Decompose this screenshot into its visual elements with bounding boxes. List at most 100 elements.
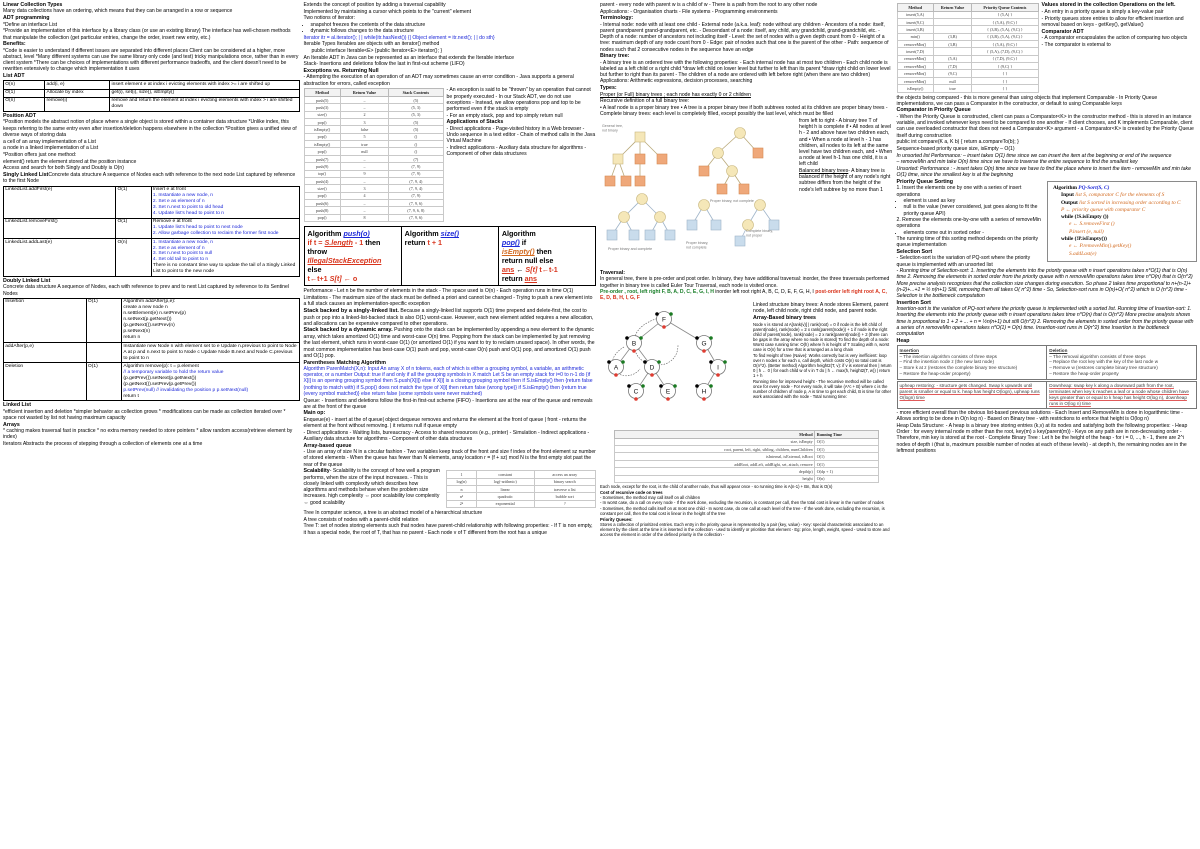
cell-method: insert(3,B) <box>896 25 934 34</box>
cell-name: log(-arithmic) <box>475 477 535 486</box>
fig-caption-proper-not-complete-2: Proper binary, <box>686 241 708 245</box>
table-row: pop() 8 (7, 9, 6) <box>303 213 444 223</box>
para-binary-tree: - A binary tree is an ordered tree with … <box>600 59 891 85</box>
para-terminology: - Internal node: node with at least one … <box>600 21 889 53</box>
col-header-method: Method <box>896 3 934 12</box>
cell-operation: LinkedList.addLast(e) <box>2 237 117 278</box>
cell-contents: (7) <box>388 154 444 164</box>
cell-contents: (7, 9, 6, 8) <box>388 206 444 215</box>
cell-method: isEmpty() <box>303 140 341 149</box>
cell-contents: (7, 9, 4) <box>388 176 444 186</box>
algo-line: P.insert (e, null) <box>1068 228 1104 235</box>
code-iterable-interface: public interface Iterable<E> {public Ite… <box>311 47 443 54</box>
cell-method: push(5) <box>303 95 341 105</box>
tree-node-A: A <box>614 365 619 372</box>
table-header-row: Method Return Value Stack Contents <box>303 88 444 97</box>
euler-tour-tree-figure: F B G A D I C E H <box>607 311 727 401</box>
pq-sorting-block: Algorithm Algorithm PQ-Sort(S, C)PQ-Sort… <box>897 179 1197 268</box>
cell-time: O(1) <box>814 437 879 447</box>
col-header-method: Method <box>613 430 816 439</box>
code-compare-method: public int compare(K a, K b) { return a.… <box>896 139 1019 146</box>
heap-line: – Restore the heap-order property <box>1049 371 1119 377</box>
para-limitations: Limitations - The maximum size of the st… <box>303 294 593 307</box>
cell-return: 8 <box>339 213 390 223</box>
table-row: insert(9,C) { (5,A), (9,C) } <box>896 17 1039 27</box>
text-input: list S, comparator C for the elements of… <box>1075 192 1165 199</box>
tree-node-C: C <box>634 389 639 396</box>
tree-node-D: D <box>650 365 655 372</box>
algo-title: Algorithm Algorithm push(o)push(o) <box>307 229 370 239</box>
cell-example: access an array <box>533 470 597 479</box>
cell-operation: Insertion <box>3 297 87 343</box>
cell-return: 9 <box>339 169 390 178</box>
cell-algorithm: Algorithm addAfter(p,e): create a new no… <box>121 297 300 343</box>
step: 4. Update list's head to point to n <box>152 211 225 217</box>
para-heap-efficiency: - more efficient overall than the obviou… <box>896 410 1183 423</box>
table-row: n linear traverse a list <box>446 484 597 494</box>
para-linked-list-pros: *efficient insertion and deletion *simpl… <box>3 408 286 421</box>
cell-method: push(3) <box>303 103 341 112</box>
heap-downheap-cell: Downheap: swap key k along a downward pa… <box>1049 383 1189 406</box>
para-tree-nodes: A tree consists of nodes with a parent-c… <box>303 516 419 523</box>
col-header-return: Return Value <box>339 88 390 97</box>
table-row: addAfter(p,e) Instantiate new Node n wit… <box>3 341 300 364</box>
cell-return <box>932 25 973 34</box>
table-complexity-wrapper: 1 constant access an array log(n) log(-arit… <box>446 469 597 509</box>
para-sequence-pq: Sequence-based priority queue size, isEm… <box>896 145 1015 152</box>
algo-line: else <box>307 265 322 275</box>
cell-return: (5,A) <box>932 54 973 64</box>
algo-input: Input list S, comparator C for the eleme… <box>1053 192 1191 199</box>
para-iterator-notions: Two notions of iterator: <box>303 15 356 22</box>
stack-table-block: Method Return Value Stack Contents push(… <box>303 87 597 224</box>
table-row: isEmpty() true() <box>303 140 444 149</box>
table-row: O(n) add(i, e) insert element e at index… <box>2 80 300 90</box>
cell-contents: { (9,C) } <box>971 62 1039 71</box>
cell-contents: (7, 9, 6) <box>388 213 444 223</box>
cell-operation: LinkedList.removeFirst() <box>2 217 117 239</box>
algorithm-boxes: Algorithm Algorithm push(o)push(o) if t … <box>303 226 596 287</box>
cell-method: isEmpty() <box>303 125 341 134</box>
cell-steps: Insert e at front 1. Instantiate a new n… <box>150 185 300 219</box>
cell-return: – <box>339 154 390 164</box>
col-header-contents: Stack Contents <box>388 88 444 97</box>
algo-title: Algorithm size() <box>404 229 459 239</box>
table-row: depth(p) O(dp + 1) <box>613 467 879 476</box>
cell-contents: { } <box>971 84 1039 93</box>
table-row: insert(3,B) { (3,B), (5,A), (9,C) } <box>896 25 1039 34</box>
fig-caption-complete-not-proper: Complete binary, <box>746 229 773 233</box>
scalability-block: 1 constant access an array log(n) log(-arit… <box>304 468 597 510</box>
table-row: removeMin() (7,D){ (9,C) } <box>896 62 1039 71</box>
euler-marker-red <box>662 325 666 329</box>
table-row: push(3) – (5, 3) <box>303 103 444 112</box>
table-row: push(9) – (7, 9) <box>303 162 444 171</box>
fig-caption-proper-not-complete: Proper binary, not complete <box>710 199 754 203</box>
cell-return: true <box>932 84 973 93</box>
label-postorder: post-order left right root <box>815 289 874 296</box>
table-row: size() 2 (5, 3) <box>303 110 444 120</box>
table-row: insert(5,A) { (5,A) } <box>896 10 1039 19</box>
heading-scalability: Scalability <box>303 468 330 475</box>
label-inorder: inorder left root right <box>715 289 761 296</box>
para-recursive-def: Recursive definition of a full binary tr… <box>600 98 690 105</box>
binary-tree-types-figure: General tree, not binary Proper binary, … <box>602 124 780 251</box>
fig-caption-complete-not-proper-2: not proper <box>746 233 763 237</box>
cell-contents: { (5,A) } <box>971 10 1039 19</box>
cell-method: pop() <box>303 118 341 127</box>
para-proper-full: Proper (or Full) binary trees ; each nod… <box>600 91 751 98</box>
cell-method: isInternal, isExternal, isRoot <box>613 452 816 461</box>
tree-node-G: G <box>701 341 706 348</box>
cell-method: add(i, e) <box>44 80 111 90</box>
tree-node-E: E <box>666 389 671 396</box>
col-header-method: Method <box>303 88 341 97</box>
cheatsheet-page: Linear Collection Types Many data collec… <box>0 0 1200 849</box>
cell-contents: { } <box>971 76 1039 86</box>
cell-method: removeMin() <box>896 54 934 64</box>
table-row: pop() null() <box>303 147 444 156</box>
seq-preorder: F, B, A, D, C, E, G, I, H <box>661 289 714 296</box>
cell-return: null <box>339 147 390 156</box>
col-header-running-time: Running Time <box>814 430 879 439</box>
table-heap-upheap-downheap: upheap restoring: - structure gets chang… <box>896 380 1197 410</box>
algo-line: isEmpty() then <box>501 247 552 257</box>
cell-return: (7,D) <box>932 62 973 71</box>
table-row: height O(n) <box>613 474 879 483</box>
